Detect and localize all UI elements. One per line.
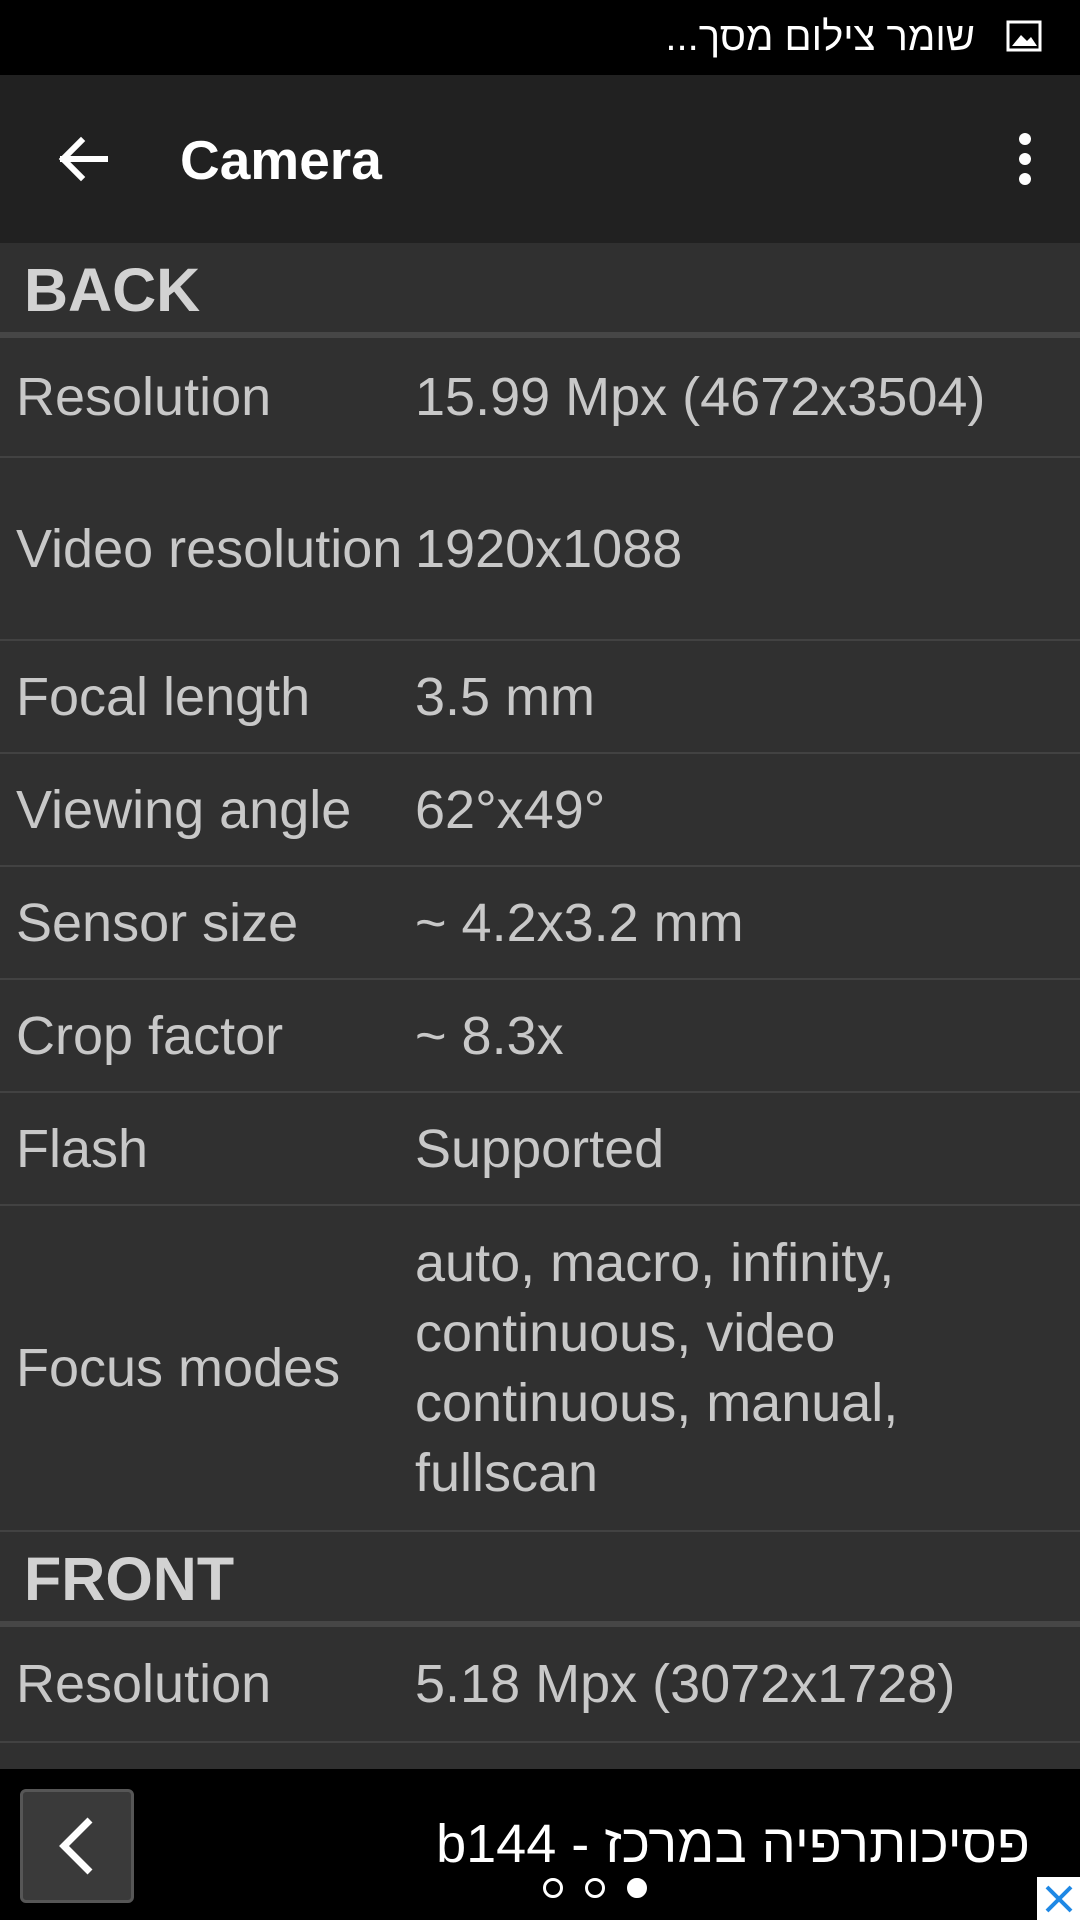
spec-row-video-resolution: Video resolution 1920x1088: [0, 458, 1080, 641]
spec-value: 1920x1088: [415, 518, 683, 579]
overflow-menu-button[interactable]: [990, 119, 1060, 199]
spec-row-crop-factor: Crop factor ~ 8.3x: [0, 980, 1080, 1093]
page-dot: [543, 1878, 563, 1898]
spec-label: Flash: [16, 1118, 149, 1179]
spec-value: 15.99 Mpx (4672x3504): [415, 367, 986, 427]
spec-row-focus-modes: Focus modes auto, macro, infinity, conti…: [0, 1206, 1080, 1532]
arrow-back-icon: [58, 136, 108, 182]
back-button[interactable]: [40, 119, 126, 199]
spec-value: ~ 8.3x: [415, 1005, 564, 1066]
spec-value: auto, macro, infinity, continuous, video…: [415, 1233, 899, 1503]
spec-row-resolution: Resolution 5.18 Mpx (3072x1728): [0, 1627, 1080, 1743]
section-header-back: BACK: [0, 243, 1080, 338]
spec-label: Crop factor: [16, 1005, 284, 1066]
camera-spec-list[interactable]: BACK Resolution 15.99 Mpx (4672x3504) Vi…: [0, 243, 1080, 1769]
page-dot-active: [627, 1878, 647, 1898]
spec-row-focal-length: Focal length 3.5 mm: [0, 641, 1080, 754]
status-notification-text: שומר צילום מסך...: [665, 15, 975, 59]
spec-value: 3.5 mm: [415, 666, 596, 727]
spec-label: Focus modes: [16, 1338, 341, 1398]
more-vert-icon: [1019, 133, 1031, 185]
ad-page-indicator: [0, 1878, 1080, 1908]
close-icon: [1045, 1885, 1072, 1912]
ad-text[interactable]: פסיכותרפיה במרכז - b144: [436, 1809, 1030, 1879]
page-dot: [585, 1878, 605, 1898]
spec-value: 62°x49°: [415, 779, 606, 840]
spec-row-viewing-angle: Viewing angle 62°x49°: [0, 754, 1080, 867]
spec-value: ~ 4.2x3.2 mm: [415, 892, 744, 953]
spec-label: Video resolution: [16, 518, 403, 579]
spec-label: Viewing angle: [16, 779, 352, 840]
spec-row-flash: Flash Supported: [0, 1093, 1080, 1206]
spec-label: Resolution: [16, 367, 272, 427]
spec-label: Sensor size: [16, 892, 299, 953]
image-icon: [1006, 18, 1042, 54]
app-bar: Camera: [0, 75, 1080, 243]
spec-value: 5.18 Mpx (3072x1728): [415, 1654, 956, 1714]
ad-close-button[interactable]: [1037, 1877, 1080, 1920]
spec-label: Focal length: [16, 666, 311, 727]
section-header-front: FRONT: [0, 1532, 1080, 1627]
spec-value: Supported: [415, 1118, 665, 1179]
page-title: Camera: [180, 129, 382, 191]
spec-row-sensor-size: Sensor size ~ 4.2x3.2 mm: [0, 867, 1080, 980]
spec-label: Resolution: [16, 1654, 272, 1714]
spec-row-resolution: Resolution 15.99 Mpx (4672x3504): [0, 338, 1080, 458]
status-bar: שומר צילום מסך...: [0, 0, 1080, 75]
chevron-left-icon: [59, 1817, 93, 1875]
